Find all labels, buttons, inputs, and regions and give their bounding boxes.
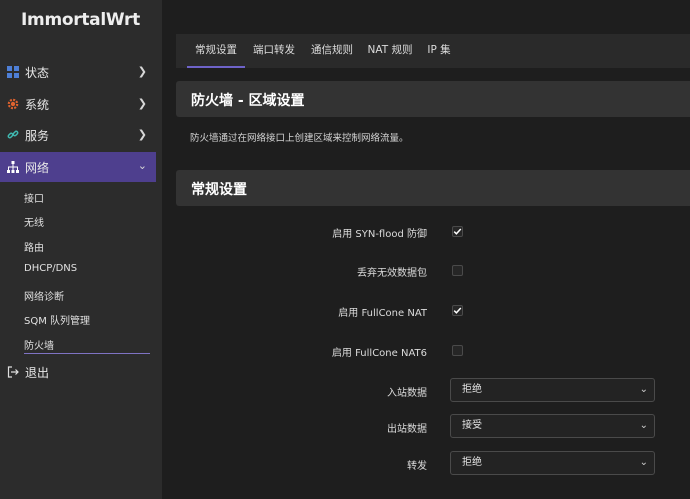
tab-general[interactable]: 常规设置: [187, 34, 245, 68]
sidebar-item-network[interactable]: 网络 ⌄: [0, 152, 156, 182]
fullcone-nat6-checkbox[interactable]: [452, 345, 463, 356]
sidebar-subitem-routes[interactable]: 路由: [24, 239, 44, 254]
brand-logo[interactable]: ImmortalWrt: [21, 10, 140, 30]
chevron-right-icon: ❯: [137, 128, 147, 141]
select-value: 拒绝: [462, 457, 482, 468]
sidebar-subitem-wireless[interactable]: 无线: [24, 214, 44, 229]
tab-ipsets[interactable]: IP 集: [423, 34, 455, 68]
forward-policy-label: 转发: [407, 461, 427, 472]
sidebar-item-services[interactable]: 服务 ❯: [0, 120, 156, 150]
sidebar-item-label: 服务: [25, 128, 50, 143]
select-value: 拒绝: [462, 384, 482, 395]
select-value: 接受: [462, 420, 482, 431]
sidebar-item-logout[interactable]: 退出: [0, 357, 156, 387]
active-subitem-underline: [24, 353, 150, 354]
sidebar-subitem-diagnostics[interactable]: 网络诊断: [24, 288, 64, 303]
input-policy-select[interactable]: 拒绝 ⌄: [450, 378, 655, 402]
chevron-down-icon: ⌄: [639, 384, 648, 395]
tab-bar: 常规设置 端口转发 通信规则 NAT 规则 IP 集: [176, 34, 690, 68]
sidebar-subitem-dhcp-dns[interactable]: DHCP/DNS: [24, 263, 77, 274]
sidebar: ImmortalWrt 状态 ❯ 系统 ❯ 服务 ❯ 网络 ⌄ 接口 无线 路由…: [0, 0, 162, 499]
section-title: 常规设置: [191, 182, 247, 198]
tab-port-forwards[interactable]: 端口转发: [248, 34, 300, 68]
chevron-down-icon: ⌄: [639, 420, 648, 431]
network-icon: [6, 161, 19, 174]
page-title: 防火墙 - 区域设置: [191, 93, 305, 109]
input-policy-label: 入站数据: [387, 388, 427, 399]
fullcone-nat-label: 启用 FullCone NAT: [338, 308, 427, 319]
forward-policy-select[interactable]: 拒绝 ⌄: [450, 451, 655, 475]
logout-icon: [6, 366, 19, 379]
chevron-right-icon: ❯: [137, 65, 147, 78]
fullcone-nat-checkbox[interactable]: [452, 305, 463, 316]
general-settings-header: 常规设置: [176, 170, 690, 206]
sidebar-subitem-firewall[interactable]: 防火墙: [24, 337, 54, 352]
sidebar-item-status[interactable]: 状态 ❯: [0, 57, 156, 87]
fullcone-nat6-label: 启用 FullCone NAT6: [331, 348, 427, 359]
sidebar-subitem-interfaces[interactable]: 接口: [24, 190, 44, 205]
check-icon: [453, 228, 462, 235]
dashboard-icon: [6, 66, 19, 79]
chevron-down-icon: ⌄: [639, 457, 648, 468]
chevron-right-icon: ❯: [137, 97, 147, 110]
drop-invalid-checkbox[interactable]: [452, 265, 463, 276]
output-policy-label: 出站数据: [387, 424, 427, 435]
syn-flood-label: 启用 SYN-flood 防御: [332, 229, 427, 240]
link-icon: [6, 129, 19, 142]
sidebar-item-label: 系统: [25, 97, 50, 112]
drop-invalid-label: 丢弃无效数据包: [357, 268, 427, 279]
output-policy-select[interactable]: 接受 ⌄: [450, 414, 655, 438]
gear-icon: [6, 98, 19, 111]
page-description: 防火墙通过在网络接口上创建区域来控制网络流量。: [190, 133, 409, 144]
sidebar-item-label: 状态: [25, 65, 50, 80]
tab-nat-rules[interactable]: NAT 规则: [365, 34, 415, 68]
check-icon: [453, 307, 462, 314]
sidebar-item-label: 退出: [25, 365, 50, 380]
syn-flood-checkbox[interactable]: [452, 226, 463, 237]
sidebar-subitem-sqm[interactable]: SQM 队列管理: [24, 312, 90, 327]
chevron-down-icon: ⌄: [137, 159, 147, 172]
sidebar-item-system[interactable]: 系统 ❯: [0, 89, 156, 119]
tab-traffic-rules[interactable]: 通信规则: [306, 34, 358, 68]
sidebar-item-label: 网络: [25, 160, 50, 175]
page-title-bar: 防火墙 - 区域设置: [176, 81, 690, 117]
